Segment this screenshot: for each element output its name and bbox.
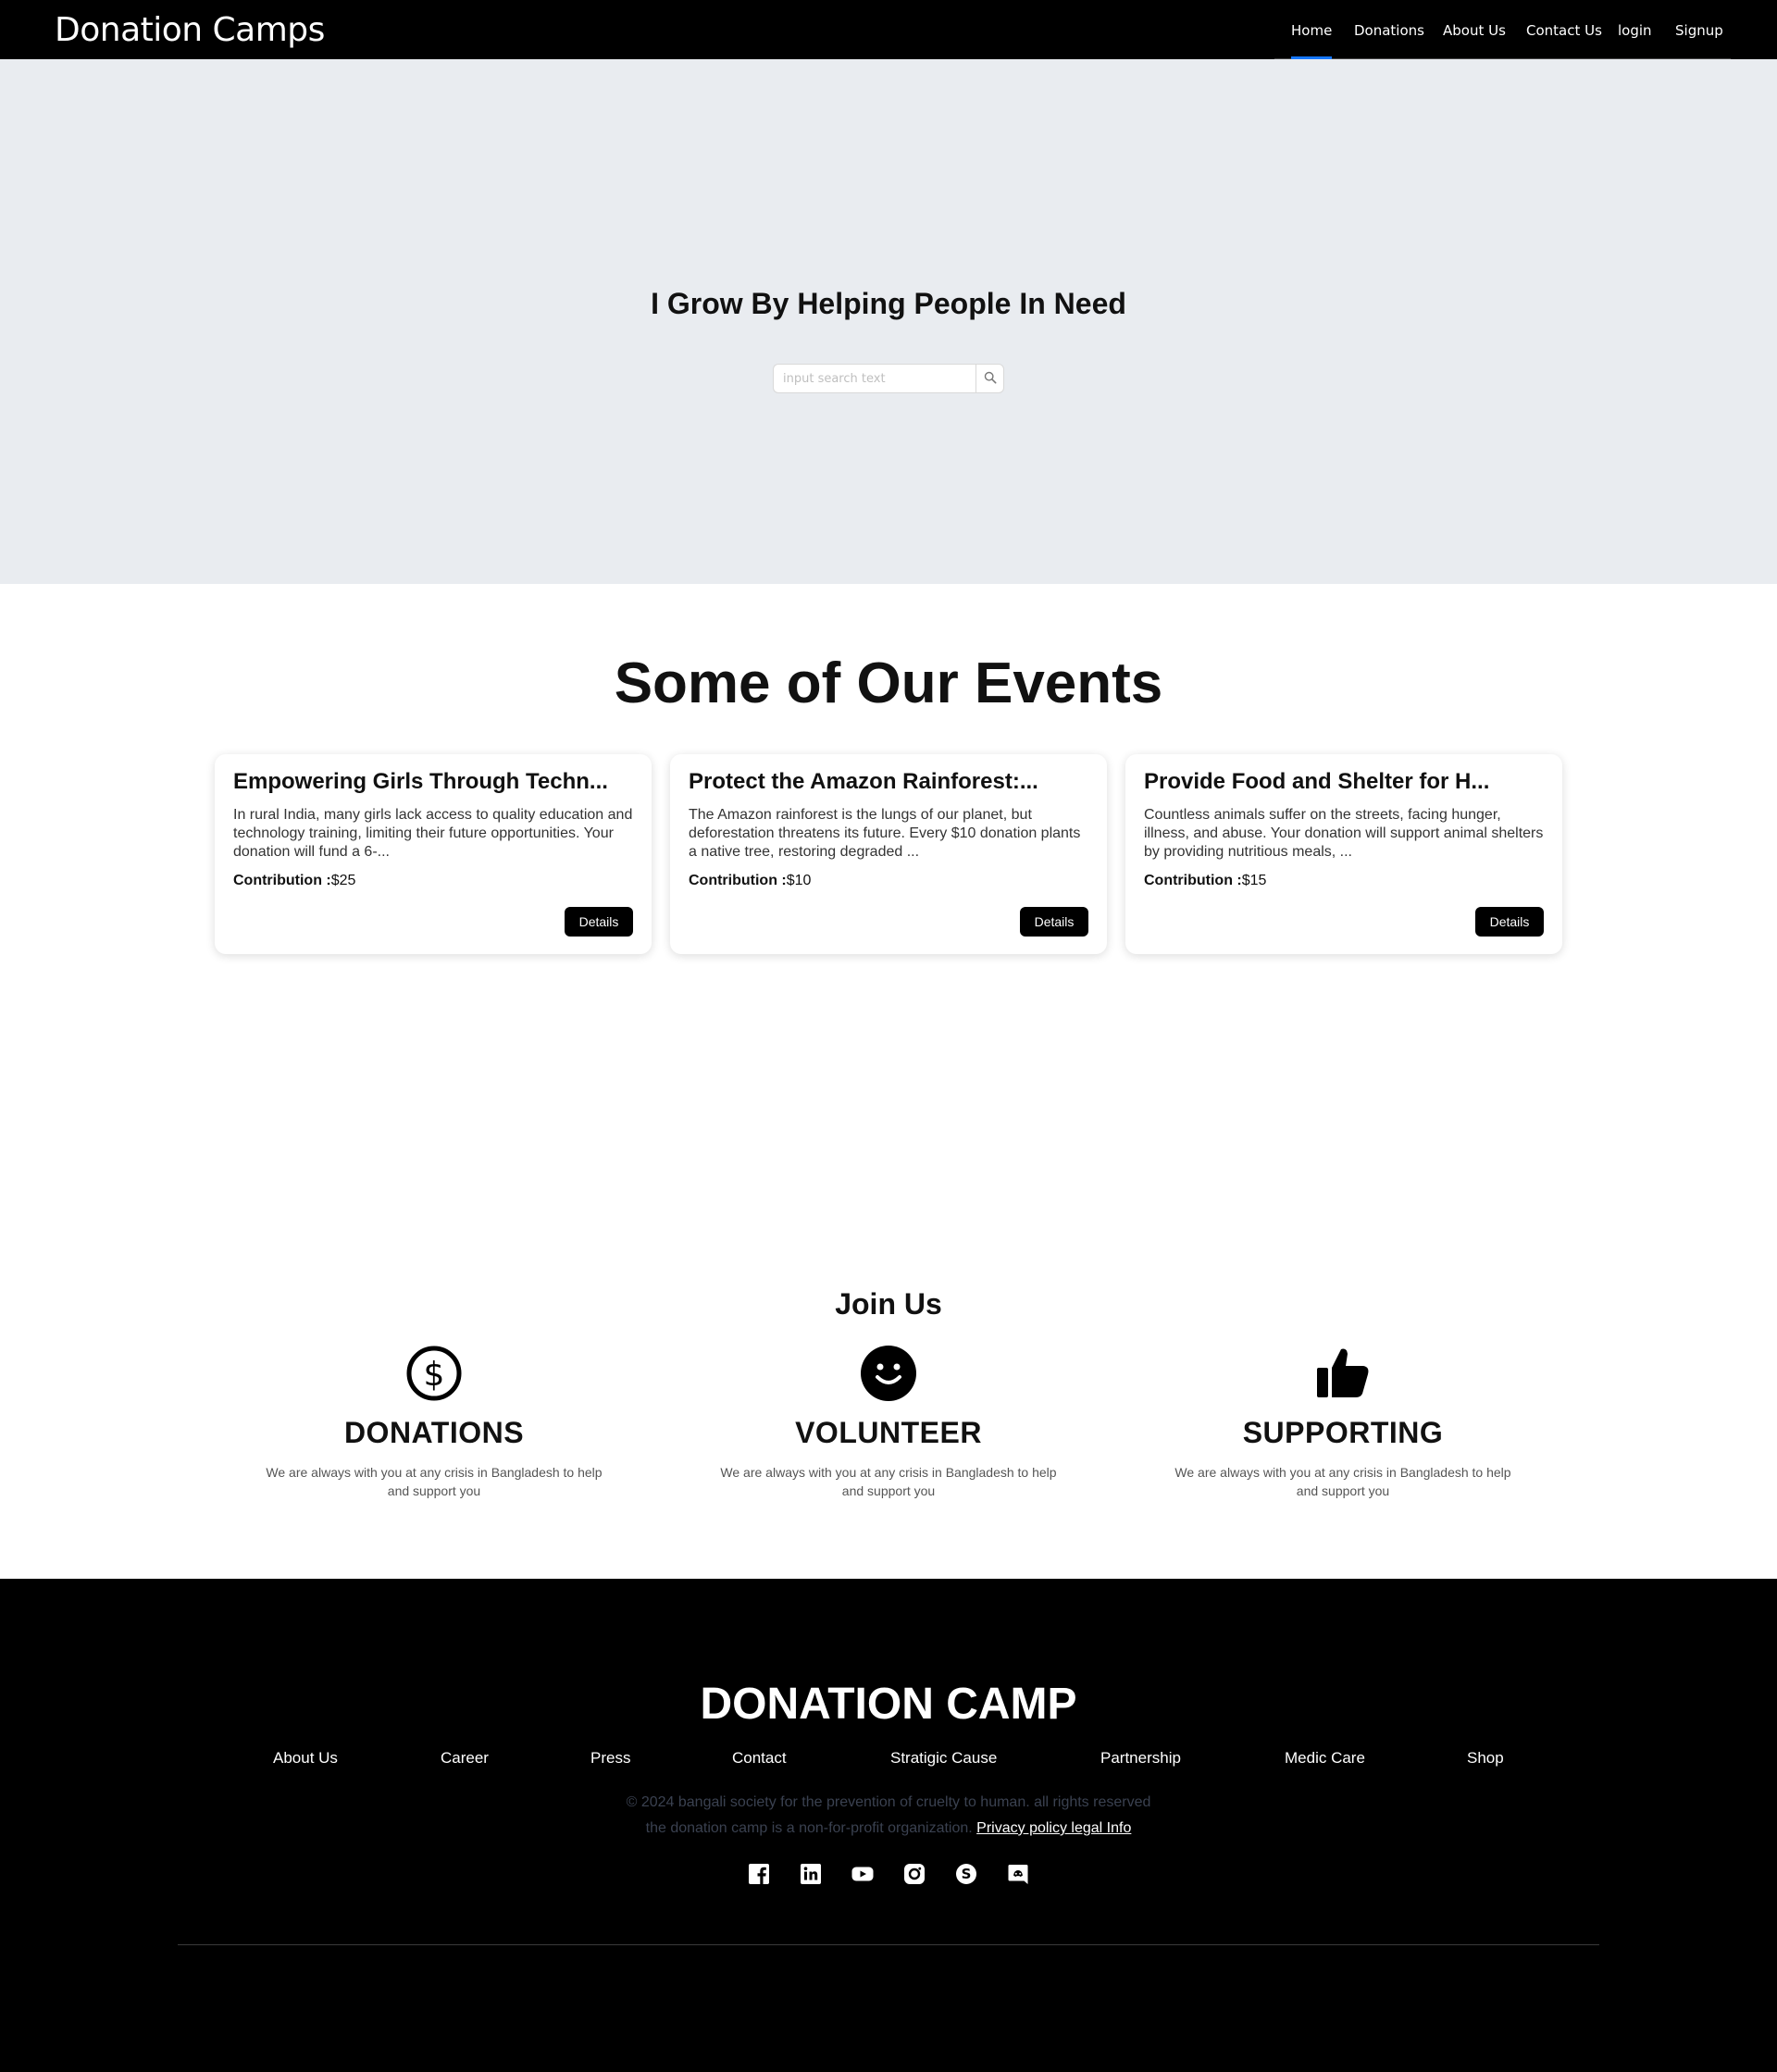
footer-copyright: © 2024 bangali society for the preventio… — [0, 1790, 1777, 1842]
join-volunteer: VOLUNTEER We are always with you at any … — [703, 1344, 1074, 1500]
contribution-label: Contribution : — [1144, 873, 1242, 888]
search-icon — [984, 371, 997, 387]
hero-title: I Grow By Helping People In Need — [651, 287, 1126, 320]
contribution-value: $10 — [786, 873, 812, 888]
nav-item-donations[interactable]: Donations — [1354, 22, 1424, 39]
linkedin-icon[interactable] — [800, 1863, 822, 1885]
contribution-value: $15 — [1241, 873, 1267, 888]
footer-link-stratigic-cause[interactable]: Stratigic Cause — [890, 1749, 997, 1768]
nav-menu: Home Donations About Us Contact Us login… — [1274, 0, 1731, 59]
event-card: Empowering Girls Through Techn... In rur… — [215, 754, 652, 954]
thumbs-up-icon — [1313, 1344, 1373, 1403]
details-button[interactable]: Details — [1475, 907, 1544, 937]
details-button[interactable]: Details — [1020, 907, 1088, 937]
copyright-line-2: the donation camp is a non-for-profit or… — [0, 1816, 1777, 1842]
youtube-icon[interactable] — [851, 1863, 874, 1885]
contribution-label: Contribution : — [233, 873, 331, 888]
footer-divider — [178, 1944, 1599, 1945]
discord-icon[interactable] — [1007, 1863, 1029, 1885]
instagram-icon[interactable] — [903, 1863, 926, 1885]
events-heading: Some of Our Events — [614, 651, 1163, 715]
search-input[interactable] — [773, 364, 975, 393]
event-card: Provide Food and Shelter for H... Countl… — [1125, 754, 1562, 954]
details-button[interactable]: Details — [565, 907, 633, 937]
svg-text:S: S — [962, 1866, 972, 1882]
event-card: Protect the Amazon Rainforest:... The Am… — [670, 754, 1107, 954]
footer-link-contact[interactable]: Contact — [732, 1749, 787, 1768]
footer-title: DONATION CAMP — [700, 1680, 1077, 1729]
dollar-circle-icon: $ — [404, 1344, 464, 1403]
footer-link-medic-care[interactable]: Medic Care — [1285, 1749, 1365, 1768]
nav-item-home[interactable]: Home — [1291, 22, 1333, 59]
nav-item-contact-us[interactable]: Contact Us — [1526, 22, 1602, 39]
join-supporting-heading: SUPPORTING — [1242, 1416, 1444, 1449]
footer-link-shop[interactable]: Shop — [1467, 1749, 1504, 1768]
join-volunteer-heading: VOLUNTEER — [795, 1416, 982, 1449]
nav-item-signup[interactable]: Signup — [1675, 22, 1723, 39]
event-card-description: Countless animals suffer on the streets,… — [1144, 807, 1544, 860]
site-footer: DONATION CAMP About Us Career Press Cont… — [0, 1579, 1777, 2072]
top-navbar: Donation Camps Home Donations About Us C… — [0, 0, 1777, 59]
event-card-contribution: Contribution :$10 — [689, 873, 811, 889]
nav-item-about-us[interactable]: About Us — [1443, 22, 1506, 39]
footer-link-about-us[interactable]: About Us — [273, 1749, 338, 1768]
nav-item-login[interactable]: login — [1618, 22, 1652, 39]
event-card-title: Empowering Girls Through Techn... — [233, 769, 608, 794]
event-card-contribution: Contribution :$15 — [1144, 873, 1266, 889]
footer-link-career[interactable]: Career — [441, 1749, 489, 1768]
event-card-title: Provide Food and Shelter for H... — [1144, 769, 1490, 794]
svg-text:$: $ — [424, 1356, 445, 1394]
hero-section: I Grow By Helping People In Need — [0, 59, 1777, 584]
join-heading: Join Us — [835, 1287, 942, 1321]
nonprofit-text: the donation camp is a non-for-profit or… — [645, 1820, 973, 1836]
copyright-line: © 2024 bangali society for the preventio… — [626, 1794, 1151, 1810]
facebook-icon[interactable] — [748, 1863, 770, 1885]
skype-icon[interactable]: S — [955, 1863, 977, 1885]
privacy-policy-link[interactable]: Privacy policy legal Info — [976, 1820, 1131, 1836]
join-supporting-text: We are always with you at any crisis in … — [1174, 1465, 1511, 1498]
smile-icon — [859, 1344, 918, 1403]
event-card-title: Protect the Amazon Rainforest:... — [689, 769, 1038, 794]
join-donations-heading: DONATIONS — [343, 1416, 525, 1449]
search-button[interactable] — [975, 364, 1004, 393]
join-volunteer-text: We are always with you at any crisis in … — [720, 1465, 1057, 1498]
contribution-label: Contribution : — [689, 873, 787, 888]
footer-link-press[interactable]: Press — [590, 1749, 630, 1768]
event-card-description: In rural India, many girls lack access t… — [233, 807, 633, 860]
event-card-description: The Amazon rainforest is the lungs of ou… — [689, 807, 1081, 860]
join-donations-text: We are always with you at any crisis in … — [266, 1465, 603, 1498]
footer-link-partnership[interactable]: Partnership — [1100, 1749, 1181, 1768]
join-supporting: SUPPORTING We are always with you at any… — [1158, 1344, 1528, 1500]
brand-logo[interactable]: Donation Camps — [55, 11, 325, 49]
search-bar — [773, 364, 1004, 393]
join-donations: $ DONATIONS We are always with you at an… — [249, 1344, 619, 1500]
contribution-value: $25 — [330, 873, 356, 888]
event-card-contribution: Contribution :$25 — [233, 873, 355, 889]
